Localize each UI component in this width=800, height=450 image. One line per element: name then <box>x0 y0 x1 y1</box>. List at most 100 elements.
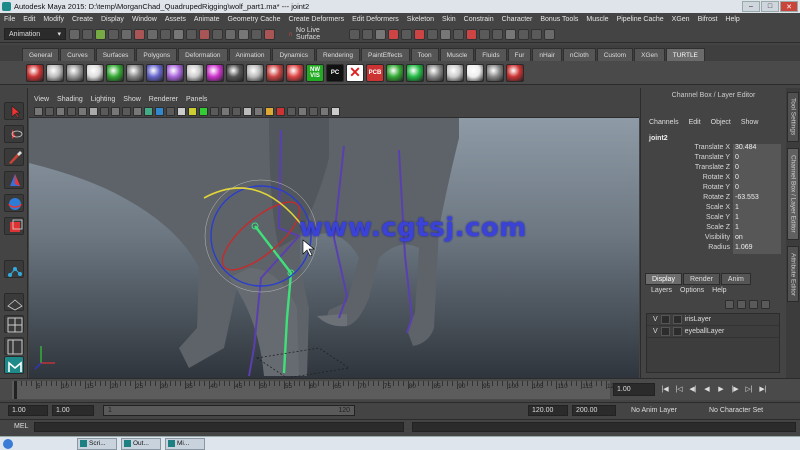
viewport-tool-icon[interactable] <box>243 106 252 116</box>
layout-four-button[interactable] <box>4 315 24 333</box>
channel-value-field[interactable]: 1.069 <box>733 244 781 254</box>
channel-value-field[interactable]: on <box>733 234 781 244</box>
channel-row-scale-y[interactable]: Scale Y1 <box>641 214 784 224</box>
channel-menu-channels[interactable]: Channels <box>649 119 679 126</box>
shelf-tool-icon[interactable] <box>506 63 524 82</box>
new-layer-selected-icon[interactable] <box>749 300 758 309</box>
viewport-menu-shading[interactable]: Shading <box>57 96 83 103</box>
step-back-icon[interactable]: |◁ <box>674 384 684 394</box>
shelf-tab-muscle[interactable]: Muscle <box>439 48 475 61</box>
menu-pipeline-cache[interactable]: Pipeline Cache <box>617 16 664 23</box>
viewport-menu-view[interactable]: View <box>34 96 49 103</box>
render-tool-icon[interactable] <box>479 28 490 40</box>
shelf-delete-icon[interactable]: ✕ <box>346 63 364 82</box>
layer-arrow-icon[interactable] <box>761 300 770 309</box>
current-frame-field[interactable]: 1.00 <box>613 383 655 396</box>
render-tool-icon[interactable] <box>414 28 425 40</box>
viewport-tool-icon[interactable] <box>221 106 230 116</box>
render-tool-icon[interactable] <box>362 28 373 40</box>
selected-object-name[interactable]: joint2 <box>649 135 668 142</box>
playback-end-field[interactable]: 120.00 <box>528 405 568 416</box>
start-time-field[interactable]: 1.00 <box>8 405 48 416</box>
menuset-dropdown[interactable]: Animation ▾ <box>4 28 66 40</box>
playback-start-field[interactable]: 1.00 <box>52 405 94 416</box>
shelf-tab-toon[interactable]: Toon <box>410 48 439 61</box>
viewport-tool-icon[interactable] <box>177 106 186 116</box>
viewport-tool-icon[interactable] <box>320 106 329 116</box>
shelf-tool-icon[interactable] <box>426 63 444 82</box>
shelf-tool-icon[interactable] <box>266 63 284 82</box>
shelf-tool-icon[interactable] <box>206 63 224 82</box>
layer-menu-help[interactable]: Help <box>712 287 726 294</box>
shelf-tab-rendering[interactable]: Rendering <box>315 48 360 61</box>
viewport-tool-icon[interactable] <box>188 106 197 116</box>
viewport-tool-icon[interactable] <box>199 106 208 116</box>
status-tool-icon[interactable] <box>264 28 275 40</box>
step-forward-icon[interactable]: ▷| <box>744 384 754 394</box>
shelf-tab-custom[interactable]: Custom <box>596 48 634 61</box>
attribute-editor-tab[interactable]: Attribute Editor <box>787 246 799 302</box>
shelf-tab-general[interactable]: General <box>22 48 60 61</box>
scale-tool-button[interactable] <box>4 217 24 235</box>
channel-row-rotate-z[interactable]: Rotate Z -63.553 <box>641 194 784 204</box>
layer-playback-toggle[interactable] <box>660 327 670 336</box>
menu-bonus-tools[interactable]: Bonus Tools <box>540 16 578 23</box>
shelf-tool-icon[interactable] <box>66 63 84 82</box>
menu-muscle[interactable]: Muscle <box>586 16 608 23</box>
status-tool-icon[interactable] <box>95 28 106 40</box>
shelf-tool-icon[interactable] <box>166 63 184 82</box>
menu-skeleton[interactable]: Skeleton <box>407 16 434 23</box>
shelf-tab-fluids[interactable]: Fluids <box>475 48 507 61</box>
taskbar-item-0[interactable]: Scri... <box>77 437 117 450</box>
shelf-tool-icon[interactable] <box>386 63 404 82</box>
layer-menu-options[interactable]: Options <box>680 287 704 294</box>
channel-menu-edit[interactable]: Edit <box>689 119 701 126</box>
channel-row-visibility[interactable]: Visibility on <box>641 234 784 244</box>
tool-settings-tab[interactable]: Tool Settings <box>787 92 799 142</box>
layer-visibility-toggle[interactable]: V <box>653 328 658 335</box>
menu-animate[interactable]: Animate <box>194 16 220 23</box>
layer-tab-display[interactable]: Display <box>645 273 682 285</box>
taskbar-item-1[interactable]: Out... <box>121 437 161 450</box>
viewport-tool-icon[interactable] <box>331 106 340 116</box>
channel-row-translate-y[interactable]: Translate Y0 <box>641 154 784 164</box>
viewport-tool-icon[interactable] <box>155 106 164 116</box>
viewport-tool-icon[interactable] <box>210 106 219 116</box>
shelf-tool-icon[interactable] <box>486 63 504 82</box>
menu-geometry-cache[interactable]: Geometry Cache <box>228 16 281 23</box>
shelf-tool-icon[interactable] <box>226 63 244 82</box>
rotate-tool-button[interactable] <box>4 194 24 212</box>
status-tool-icon[interactable] <box>238 28 249 40</box>
end-time-field[interactable]: 200.00 <box>572 405 616 416</box>
layer-menu-layers[interactable]: Layers <box>651 287 672 294</box>
shelf-tool-icon[interactable] <box>26 63 44 82</box>
maya-logo-button[interactable] <box>4 356 24 374</box>
status-tool-icon[interactable] <box>186 28 197 40</box>
viewport-tool-icon[interactable] <box>144 106 153 116</box>
viewport-menu-show[interactable]: Show <box>123 96 141 103</box>
viewport-tool-icon[interactable] <box>232 106 241 116</box>
menu-assets[interactable]: Assets <box>165 16 186 23</box>
shelf-pc-icon[interactable]: PC <box>326 63 344 82</box>
channel-box-tab[interactable]: Channel Box / Layer Editor <box>787 148 799 240</box>
render-tool-icon[interactable] <box>531 28 542 40</box>
play-back-icon[interactable]: ◀ <box>702 384 712 394</box>
shelf-tool-icon[interactable] <box>446 63 464 82</box>
menu-window[interactable]: Window <box>132 16 157 23</box>
shelf-tool-icon[interactable] <box>406 63 424 82</box>
shelf-tab-animation[interactable]: Animation <box>228 48 272 61</box>
status-tool-icon[interactable] <box>212 28 223 40</box>
status-tool-icon[interactable] <box>199 28 210 40</box>
status-tool-icon[interactable] <box>69 28 80 40</box>
close-button[interactable]: ✕ <box>780 1 798 12</box>
go-to-end-icon[interactable]: ▶| <box>758 384 768 394</box>
render-tool-icon[interactable] <box>440 28 451 40</box>
layout-single-button[interactable] <box>4 293 24 311</box>
shelf-tool-icon[interactable] <box>126 63 144 82</box>
viewport-tool-icon[interactable] <box>89 106 98 116</box>
channel-row-translate-x[interactable]: Translate X 30.484 <box>641 144 784 154</box>
shelf-tab-surfaces[interactable]: Surfaces <box>95 48 136 61</box>
menu-edit-deformers[interactable]: Edit Deformers <box>352 16 399 23</box>
render-tool-icon[interactable] <box>401 28 412 40</box>
shelf-nw-vis-icon[interactable]: NW VIS <box>306 63 324 82</box>
